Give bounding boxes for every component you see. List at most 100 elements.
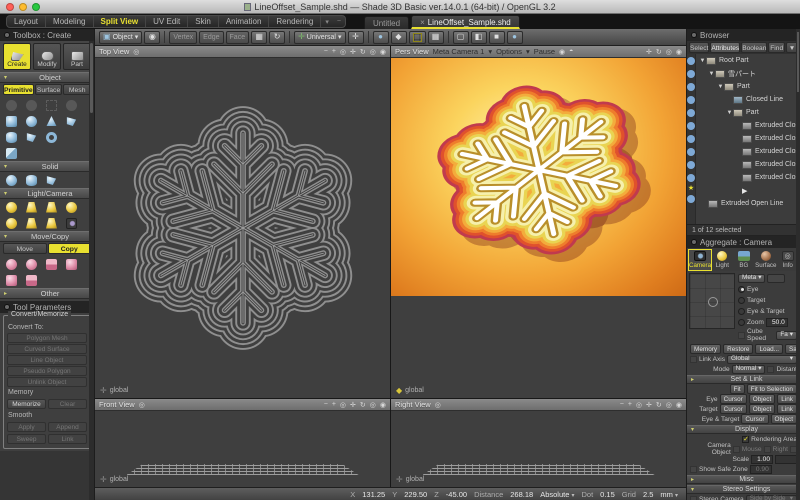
light-camera-section-header[interactable]: ▾ Light/Camera bbox=[0, 188, 94, 199]
dolly-icon[interactable]: ◉ bbox=[380, 48, 386, 56]
meta-sub-dropdown[interactable] bbox=[767, 274, 785, 283]
dolly-icon[interactable]: ◉ bbox=[676, 401, 682, 409]
link-axis-dropdown[interactable]: Global▾ bbox=[727, 355, 797, 364]
tab-layout[interactable]: Layout bbox=[7, 16, 46, 27]
target-radio[interactable] bbox=[738, 297, 745, 304]
circle-tool-icon[interactable] bbox=[66, 100, 77, 111]
viewport-menu-icon[interactable]: ◎ bbox=[133, 48, 139, 56]
pan-icon[interactable]: ✛ bbox=[646, 48, 652, 56]
restore-button[interactable]: Restore ▾ bbox=[723, 344, 753, 354]
eye-cursor-button[interactable]: Cursor bbox=[720, 394, 747, 404]
translate-copy-tool-icon[interactable] bbox=[46, 259, 57, 270]
dolly-icon[interactable]: ◉ bbox=[380, 401, 386, 409]
panel-collapse-icon[interactable] bbox=[4, 304, 10, 310]
workspace-minimize-icon[interactable]: − bbox=[333, 18, 345, 25]
modify-mode-button[interactable]: Modify bbox=[33, 43, 61, 70]
panel-collapse-icon[interactable] bbox=[691, 32, 697, 38]
viewport-title[interactable]: Top View bbox=[99, 47, 129, 56]
visibility-toggle[interactable] bbox=[687, 109, 695, 117]
tree-row[interactable]: ▼Part bbox=[696, 106, 800, 119]
universal-manipulator-button[interactable]: ✛ Universal ▾ bbox=[294, 31, 345, 44]
right-viewport-canvas[interactable]: ✛ global bbox=[391, 411, 686, 487]
zoom-out-icon[interactable]: − bbox=[620, 401, 624, 408]
solid-section-header[interactable]: ▾ Solid bbox=[0, 161, 94, 172]
torus-tool-icon[interactable] bbox=[46, 132, 57, 143]
zoom-tool-icon[interactable]: ◎ bbox=[636, 401, 642, 409]
convert-unlink-object-button[interactable]: Unlink Object bbox=[7, 377, 87, 387]
camera-tool-icon[interactable] bbox=[66, 218, 77, 229]
scale-field[interactable]: 1.00 bbox=[751, 455, 773, 464]
camera-joystick[interactable] bbox=[689, 273, 735, 329]
convert-curved-surface-button[interactable]: Curved Surface bbox=[7, 344, 87, 354]
eye-object-button[interactable]: Object bbox=[749, 394, 775, 404]
visibility-toggle[interactable] bbox=[687, 174, 695, 182]
misc-section-header[interactable]: ▸Misc bbox=[687, 475, 800, 484]
doc-tab-lineoffset[interactable]: × LineOffset_Sample.shd bbox=[411, 15, 520, 29]
snap-button[interactable]: ◆ bbox=[391, 31, 407, 44]
magnify-icon[interactable]: ◎ bbox=[666, 401, 672, 409]
coordinate-mode-dropdown[interactable]: Absolute ▾ bbox=[540, 490, 574, 499]
zoom-field[interactable]: 50.0 bbox=[766, 318, 788, 327]
face-mode-button[interactable]: Face bbox=[226, 31, 250, 44]
ambient-light-tool-icon[interactable] bbox=[6, 218, 17, 229]
convert-pseudo-polygon-button[interactable]: Pseudo Polygon bbox=[7, 366, 87, 376]
mirror-copy-tool-icon[interactable] bbox=[6, 275, 17, 286]
perspective-viewport-canvas[interactable]: ◆ global bbox=[391, 58, 686, 398]
tree-row[interactable]: Extruded Closed bbox=[696, 132, 800, 145]
eye-radio[interactable] bbox=[738, 286, 745, 293]
camera-object-opt1-checkbox[interactable] bbox=[733, 446, 740, 453]
camera-panel-scrollbar[interactable] bbox=[796, 29, 800, 500]
manipulator-button[interactable]: ✛ bbox=[348, 31, 364, 44]
aggregate-tab-bg[interactable]: BG bbox=[734, 250, 755, 270]
aggregate-tab-surface[interactable]: Surface bbox=[755, 250, 776, 270]
workspace-options-icon[interactable]: ▾ bbox=[321, 18, 333, 26]
solid-sphere-tool-icon[interactable] bbox=[6, 175, 17, 186]
visibility-toggle[interactable] bbox=[687, 96, 695, 104]
eyetarget-cursor-button[interactable]: Cursor bbox=[741, 414, 768, 424]
meta-dropdown[interactable]: Meta▾ bbox=[738, 274, 765, 283]
marquee-select-button[interactable]: ▦ bbox=[251, 31, 267, 44]
tree-row[interactable]: Extruded Closed bbox=[696, 158, 800, 171]
options-menu[interactable]: Options bbox=[496, 47, 522, 56]
tab-animation[interactable]: Animation bbox=[219, 16, 270, 27]
zoom-in-icon[interactable]: + bbox=[332, 401, 336, 408]
tree-row insertion-cursor[interactable]: ▶ bbox=[696, 184, 800, 197]
magnify-icon[interactable]: ◎ bbox=[666, 48, 672, 56]
viewport-menu-icon[interactable]: ◎ bbox=[435, 401, 441, 409]
viewport-title[interactable]: Front View bbox=[99, 400, 135, 409]
convert-polygon-mesh-button[interactable]: Polygon Mesh bbox=[7, 333, 87, 343]
coordinate-indicator[interactable]: ◆ global bbox=[396, 386, 424, 395]
area-light-tool-icon[interactable] bbox=[26, 218, 37, 229]
display-mode-textured-button[interactable]: ■ bbox=[489, 31, 505, 44]
smooth-apply-button[interactable]: Apply bbox=[7, 422, 46, 432]
four-view-toggle-button[interactable] bbox=[409, 31, 426, 44]
tab-uv-edit[interactable]: UV Edit bbox=[146, 16, 188, 27]
pan-icon[interactable]: ✛ bbox=[350, 48, 356, 56]
object-mode-button[interactable]: ▣ Object ▾ bbox=[99, 31, 142, 44]
spot-light-tool-icon[interactable] bbox=[26, 202, 37, 213]
coordinate-indicator[interactable]: ✛ global bbox=[100, 475, 128, 484]
part-mode-button[interactable]: Part bbox=[63, 43, 91, 70]
smooth-sweep-button[interactable]: Sweep bbox=[7, 434, 46, 444]
magnify-icon[interactable]: ◎ bbox=[370, 48, 376, 56]
cone-light-tool-icon[interactable] bbox=[46, 218, 57, 229]
tree-row[interactable]: Extruded Open Line bbox=[696, 197, 800, 210]
toolbox-panel-header[interactable]: Toolbox : Create bbox=[0, 29, 94, 41]
load-button[interactable]: Load... bbox=[755, 344, 783, 354]
browser-tab-boolean[interactable]: Boolean bbox=[741, 42, 767, 53]
tree-row[interactable]: Extruded Closed bbox=[696, 171, 800, 184]
disc-tool-icon[interactable] bbox=[6, 100, 17, 111]
viewport-title[interactable]: Right View bbox=[395, 400, 431, 409]
bounding-tool-icon[interactable] bbox=[46, 100, 57, 111]
safe-zone-field[interactable]: 0.90 bbox=[750, 465, 772, 474]
sphere-tool-icon[interactable] bbox=[26, 116, 37, 127]
top-viewport-canvas[interactable]: ✛ global bbox=[95, 58, 390, 398]
target-link-button[interactable]: Link bbox=[777, 404, 797, 414]
viewport-title[interactable]: Pers View bbox=[395, 47, 429, 56]
toolbox-scrollbar[interactable] bbox=[89, 41, 94, 500]
distant-checkbox[interactable] bbox=[767, 366, 774, 373]
visibility-toggle[interactable] bbox=[687, 83, 695, 91]
tab-rendering[interactable]: Rendering bbox=[269, 16, 321, 27]
zoom-in-icon[interactable]: + bbox=[628, 401, 632, 408]
render-state-icon[interactable]: ◉ bbox=[559, 48, 565, 56]
